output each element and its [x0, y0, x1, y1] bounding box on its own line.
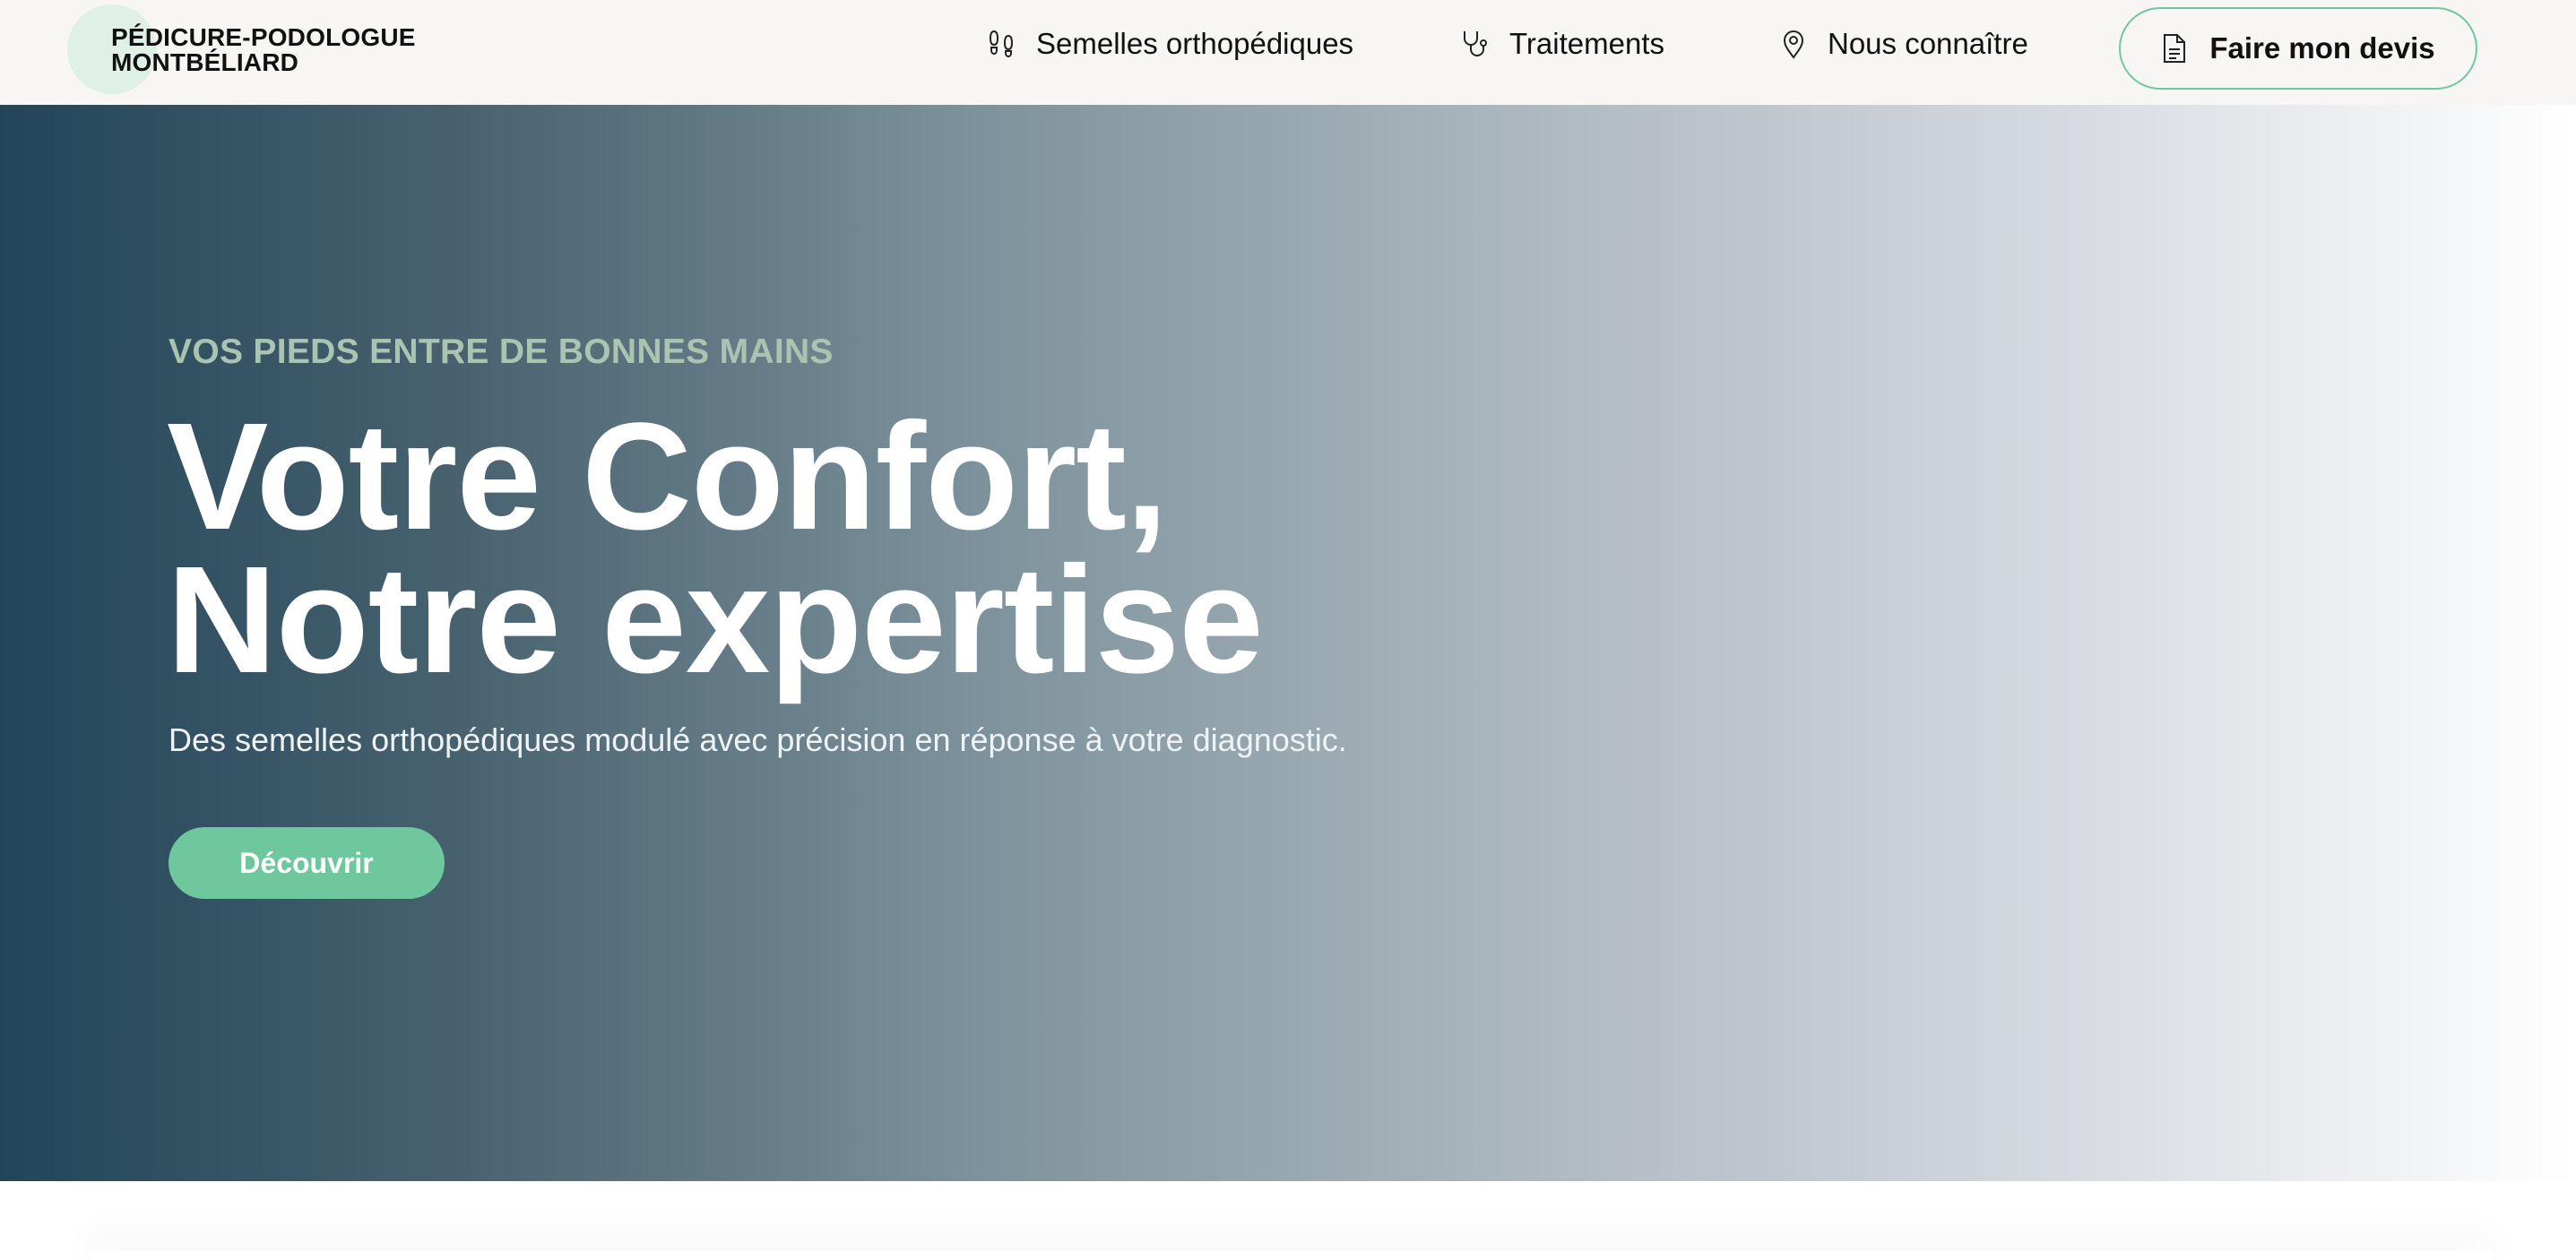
stethoscope-icon: [1464, 31, 1487, 56]
document-icon: [2164, 34, 2186, 63]
nav-item-label: Nous connaître: [1828, 27, 2028, 60]
nav-item-traitements[interactable]: Traitements: [1459, 27, 1664, 61]
nav-item-label: Traitements: [1509, 27, 1664, 60]
logo-line-1: PÉDICURE-PODOLOGUE: [111, 23, 416, 51]
logo-text: PÉDICURE-PODOLOGUE MONTBÉLIARD: [111, 25, 416, 75]
hero-headline-line-1: Votre Confort,: [167, 392, 1168, 562]
hero-headline: Votre Confort, Notre expertise: [167, 392, 1264, 705]
hero-headline-line-2: Notre expertise: [167, 535, 1264, 705]
hero-section: VOS PIEDS ENTRE DE BONNES MAINS Votre Co…: [0, 105, 2576, 1181]
site-logo[interactable]: PÉDICURE-PODOLOGUE MONTBÉLIARD: [67, 4, 444, 94]
discover-button[interactable]: Découvrir: [169, 827, 445, 899]
nav-item-nous-connaitre[interactable]: Nous connaître: [1777, 27, 2028, 61]
footprints-icon: [989, 30, 1014, 58]
content-card-edge: [90, 1251, 2492, 1260]
quote-button-label: Faire mon devis: [2209, 31, 2435, 65]
nav-item-label: Semelles orthopédiques: [1036, 27, 1354, 60]
quote-button[interactable]: Faire mon devis: [2119, 7, 2477, 90]
hero-subtitle: Des semelles orthopédiques modulé avec p…: [169, 721, 1347, 758]
map-pin-icon: [1783, 30, 1804, 59]
logo-line-2: MONTBÉLIARD: [111, 48, 299, 76]
site-header: PÉDICURE-PODOLOGUE MONTBÉLIARD Semelles …: [0, 0, 2576, 105]
nav-item-semelles[interactable]: Semelles orthopédiques: [986, 27, 1353, 61]
hero-eyebrow: VOS PIEDS ENTRE DE BONNES MAINS: [169, 332, 834, 371]
